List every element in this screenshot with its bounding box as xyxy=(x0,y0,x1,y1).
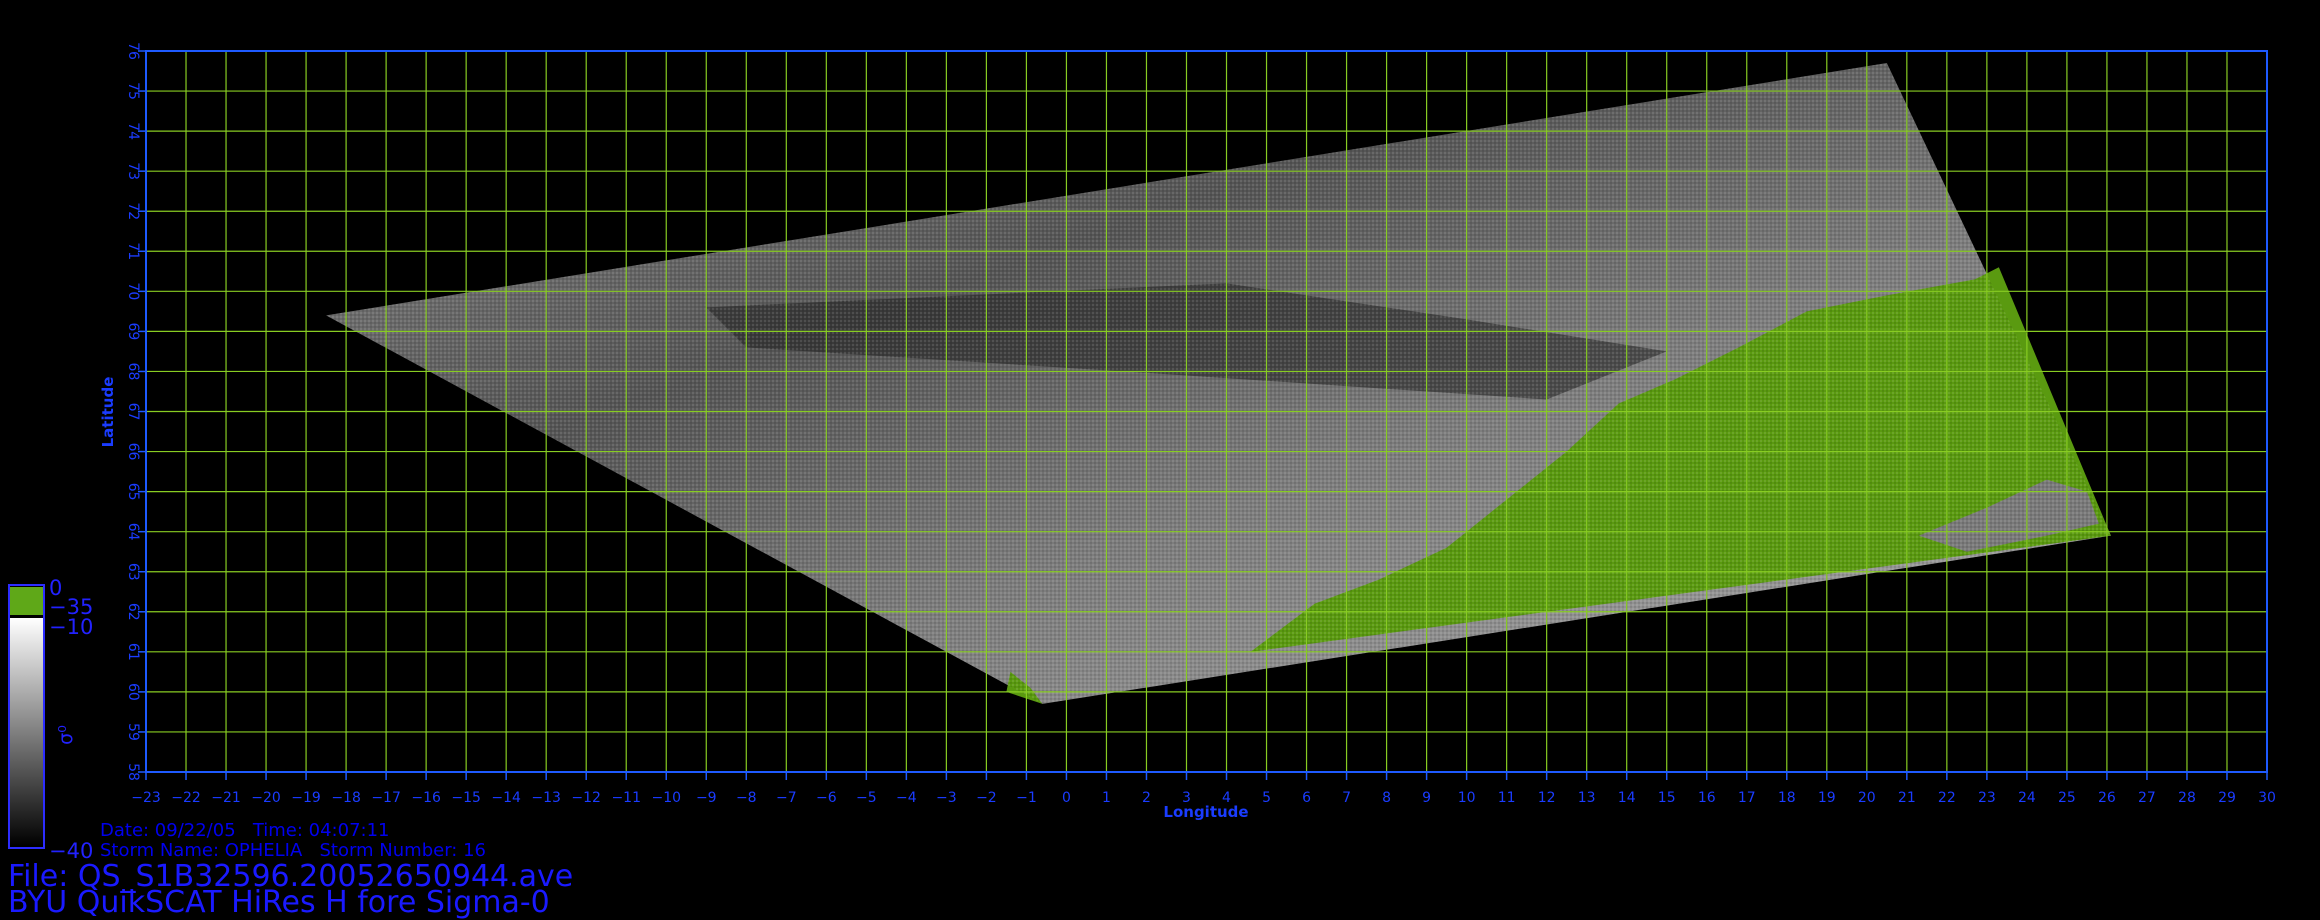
storm-line: Storm Name: OPHELIA Storm Number: 16 xyxy=(100,840,486,861)
longitude-tick-label: −14 xyxy=(491,790,521,806)
longitude-tick-label: 8 xyxy=(1382,790,1391,806)
longitude-tick-label: 21 xyxy=(1898,790,1916,806)
longitude-tick-label: 2 xyxy=(1142,790,1151,806)
longitude-tick-label: 15 xyxy=(1658,790,1676,806)
longitude-tick-label: 9 xyxy=(1422,790,1431,806)
longitude-tick-label: −3 xyxy=(936,790,957,806)
longitude-tick-label: 28 xyxy=(2178,790,2196,806)
longitude-tick-label: −22 xyxy=(171,790,201,806)
longitude-tick-label: 22 xyxy=(1938,790,1956,806)
longitude-tick-label: −9 xyxy=(696,790,717,806)
y-axis-title: Latitude xyxy=(99,377,117,448)
longitude-tick-label: −18 xyxy=(331,790,361,806)
longitude-tick-label: −4 xyxy=(896,790,917,806)
longitude-tick-label: −11 xyxy=(611,790,641,806)
colorbar-sigma-symbol: σ⁰ xyxy=(55,725,77,745)
longitude-tick-label: 25 xyxy=(2058,790,2076,806)
longitude-tick-label: −6 xyxy=(816,790,837,806)
longitude-tick-label: 10 xyxy=(1458,790,1476,806)
longitude-tick-label: 19 xyxy=(1818,790,1836,806)
longitude-tick-label: −10 xyxy=(651,790,681,806)
longitude-tick-label: 5 xyxy=(1262,790,1271,806)
longitude-tick-label: −2 xyxy=(976,790,997,806)
sigma0-map: −23 −22 −21 −20 −19 −18 −17 −16 −15 −14 −13 −12 −11−… xyxy=(8,42,2276,863)
longitude-tick-label: 12 xyxy=(1538,790,1556,806)
longitude-tick-label: −21 xyxy=(211,790,241,806)
colorbar-mid-label: −10 xyxy=(49,615,93,639)
swath-texture xyxy=(326,63,2111,704)
latitude-tick-labels: 58596061626364656667686970717273747576 xyxy=(125,42,146,781)
longitude-tick-label: 7 xyxy=(1342,790,1351,806)
longitude-tick-label: −16 xyxy=(411,790,441,806)
longitude-tick-label: 1 xyxy=(1102,790,1111,806)
longitude-tick-label: 18 xyxy=(1778,790,1796,806)
longitude-tick-labels: −23 −22 −21 −20 −19 −18 −17 −16 −15 −14 −13 −12 −11−… xyxy=(131,772,2276,806)
longitude-tick-label: −1 xyxy=(1016,790,1037,806)
product-line: BYU QuikSCAT HiRes H fore Sigma-0 xyxy=(8,885,550,920)
longitude-tick-label: 0 xyxy=(1062,790,1071,806)
sensor-swath xyxy=(326,63,2111,704)
longitude-tick-label: −20 xyxy=(251,790,281,806)
longitude-tick-label: −19 xyxy=(291,790,321,806)
date-time-line: Date: 09/22/05 Time: 04:07:11 xyxy=(100,820,390,841)
colorbar-gradient xyxy=(10,618,43,846)
longitude-tick-label: 29 xyxy=(2218,790,2236,806)
longitude-tick-label: −13 xyxy=(531,790,561,806)
longitude-tick-label: −17 xyxy=(371,790,401,806)
longitude-tick-label: −7 xyxy=(776,790,797,806)
longitude-tick-label: 23 xyxy=(1978,790,1996,806)
longitude-tick-label: 14 xyxy=(1618,790,1636,806)
longitude-tick-label: 13 xyxy=(1578,790,1596,806)
longitude-tick-label: 26 xyxy=(2098,790,2116,806)
longitude-tick-label: 11 xyxy=(1498,790,1516,806)
longitude-tick-label: 27 xyxy=(2138,790,2156,806)
longitude-tick-label: −15 xyxy=(451,790,481,806)
x-axis-title: Longitude xyxy=(1163,803,1248,821)
longitude-tick-label: 24 xyxy=(2018,790,2036,806)
longitude-tick-label: 17 xyxy=(1738,790,1756,806)
colorbar-green-segment xyxy=(10,587,43,615)
longitude-tick-label: −8 xyxy=(736,790,757,806)
longitude-tick-label: 6 xyxy=(1302,790,1311,806)
longitude-tick-label: −5 xyxy=(856,790,877,806)
longitude-tick-label: 20 xyxy=(1858,790,1876,806)
longitude-tick-label: −23 xyxy=(131,790,161,806)
longitude-tick-label: 30 xyxy=(2258,790,2276,806)
longitude-tick-label: −12 xyxy=(571,790,601,806)
colorbar: 0 −35 −10 −40 σ⁰ xyxy=(8,576,93,863)
longitude-tick-label: 16 xyxy=(1698,790,1716,806)
